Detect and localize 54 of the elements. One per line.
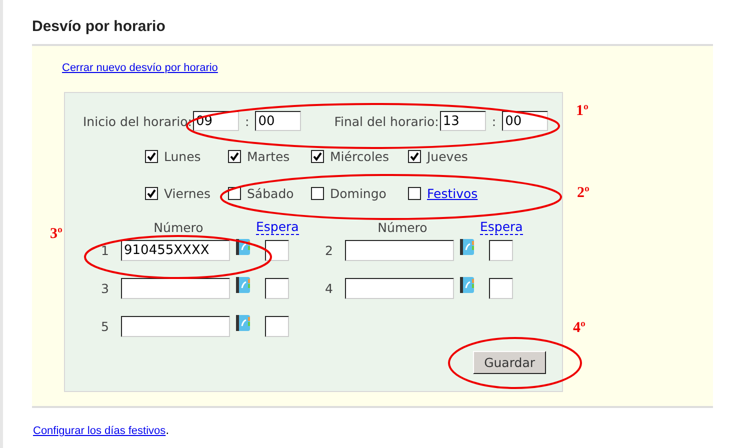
annotation-label: 3º [50, 226, 62, 243]
time-separator: : [244, 114, 250, 128]
row-number: 3 [101, 280, 110, 296]
section-title: Desvío por horario [32, 18, 166, 35]
phone-number-field[interactable] [121, 278, 230, 298]
wait-field[interactable] [489, 278, 513, 298]
holidays-config-link[interactable]: Configurar los días festivos [33, 425, 166, 437]
row-number: 2 [325, 242, 334, 258]
wait-field[interactable] [265, 278, 289, 298]
annotation-label: 2º [577, 185, 590, 202]
wait-header: Espera [256, 219, 299, 235]
time-separator: : [492, 114, 496, 128]
wait-field[interactable] [489, 240, 513, 260]
wait-field[interactable] [265, 316, 289, 336]
period-text: . [166, 424, 170, 437]
day-label: Sábado [247, 186, 294, 201]
end-label: Final del horario: [334, 114, 439, 128]
day-label: Domingo [330, 186, 386, 201]
annotation-label: 4º [573, 320, 586, 337]
close-link[interactable]: Cerrar nuevo desvío por horario [62, 62, 218, 74]
day-label: Jueves [427, 149, 468, 164]
phone-number-field[interactable]: 910455XXXX [121, 240, 230, 260]
end-minute-field[interactable]: 00 [502, 111, 548, 131]
row-number: 1 [101, 242, 110, 258]
day-label: Viernes [164, 186, 210, 201]
number-header: Número [376, 220, 428, 234]
end-hour-field[interactable]: 13 [440, 111, 486, 131]
phone-number-field[interactable] [121, 316, 230, 336]
checkbox[interactable] [228, 150, 241, 163]
start-label: Inicio del horario: [83, 114, 192, 128]
phone-number-field[interactable] [345, 240, 454, 260]
phonebook-icon[interactable] [460, 239, 474, 255]
phone-number-field[interactable] [345, 278, 454, 298]
checkbox[interactable] [311, 150, 324, 163]
day-label: Lunes [164, 149, 201, 164]
phonebook-icon[interactable] [236, 277, 250, 293]
checkbox[interactable] [408, 187, 421, 200]
wait-field[interactable] [265, 240, 289, 260]
row-number: 5 [101, 318, 110, 334]
checkbox[interactable] [145, 150, 158, 163]
wait-header: Espera [480, 219, 523, 235]
day-label: Miércoles [330, 149, 390, 164]
checkbox[interactable] [408, 150, 421, 163]
annotation-label: 1º [576, 103, 588, 120]
number-header: Número [152, 220, 204, 234]
phonebook-icon[interactable] [460, 277, 474, 293]
save-button[interactable]: Guardar [473, 351, 546, 374]
phonebook-icon[interactable] [236, 315, 250, 331]
holidays-link[interactable]: Festivos [427, 186, 478, 201]
start-minute-field[interactable]: 00 [255, 111, 302, 131]
row-number: 4 [325, 280, 334, 296]
checkbox[interactable] [311, 187, 324, 200]
checkbox[interactable] [145, 187, 158, 200]
day-label: Martes [247, 149, 290, 164]
